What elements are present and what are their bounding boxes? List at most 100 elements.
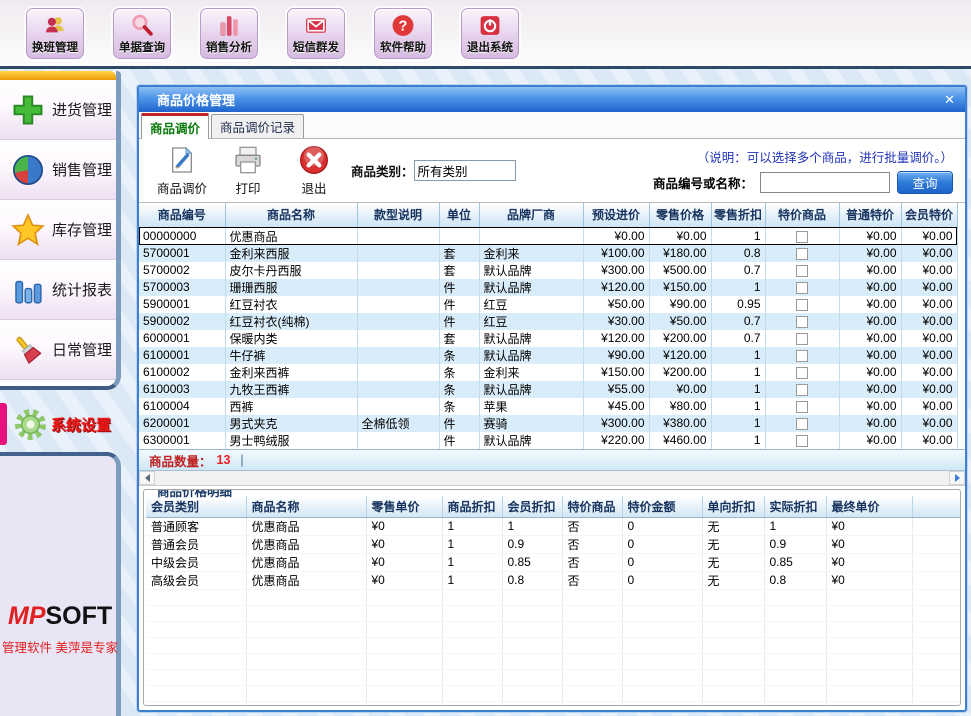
sidebar-top-accent	[0, 71, 116, 80]
table-row[interactable]	[146, 637, 961, 653]
special-price-checkbox[interactable]	[796, 435, 808, 447]
special-price-checkbox[interactable]	[796, 248, 808, 260]
print-button[interactable]: 打印	[215, 144, 281, 197]
sidebar-bottom-panel: MPSOFT 管理软件 美萍是专家	[0, 452, 121, 716]
button-label: 退出	[301, 178, 326, 197]
column-header[interactable]: 普通特价	[839, 203, 901, 227]
sidebar-item-sales[interactable]: 销售管理	[0, 140, 116, 200]
table-row[interactable]: 00000000优惠商品 ¥0.00¥0.001¥0.00¥0.00	[139, 227, 957, 245]
close-icon[interactable]: ✕	[944, 93, 955, 106]
table-row[interactable]: 6100002金利来西裤 条金利来¥150.00¥200.001¥0.00¥0.…	[139, 364, 957, 381]
tab-price-adjust[interactable]: 商品调价	[141, 113, 209, 139]
table-row[interactable]	[146, 701, 961, 706]
table-row[interactable]	[146, 589, 961, 605]
column-header[interactable]: 品牌厂商	[479, 203, 583, 227]
column-header[interactable]: 最终单价	[826, 496, 912, 517]
column-header[interactable]: 款型说明	[357, 203, 439, 227]
table-row[interactable]: 5700003珊珊西服 件默认品牌¥120.00¥150.001¥0.00¥0.…	[139, 279, 957, 296]
table-row[interactable]: 5700002皮尔卡丹西服 套默认品牌¥300.00¥500.000.7¥0.0…	[139, 262, 957, 279]
sidebar-item-label: 销售管理	[52, 159, 112, 180]
table-row[interactable]	[146, 685, 961, 701]
special-price-checkbox[interactable]	[796, 350, 808, 362]
button-label: 商品调价	[157, 178, 207, 197]
plus-icon	[11, 93, 45, 127]
printer-icon	[231, 144, 265, 176]
column-header[interactable]: 特价商品	[765, 203, 839, 227]
table-row[interactable]	[146, 669, 961, 685]
button-label: 短信群发	[293, 39, 339, 55]
exit-button[interactable]: 退出	[281, 144, 347, 197]
column-header[interactable]: 特价金额	[622, 496, 702, 517]
column-header[interactable]: 单向折扣	[702, 496, 764, 517]
special-price-checkbox[interactable]	[796, 384, 808, 396]
sidebar-item-purchase[interactable]: 进货管理	[0, 80, 116, 140]
help-icon: ?	[390, 13, 416, 38]
table-row[interactable]: 5900001红豆衬衣 件红豆¥50.00¥90.000.95¥0.00¥0.0…	[139, 296, 957, 313]
table-row[interactable]: 6100004西裤 条苹果¥45.00¥80.001¥0.00¥0.00	[139, 398, 957, 415]
column-header[interactable]: 商品折扣	[442, 496, 502, 517]
special-price-checkbox[interactable]	[796, 401, 808, 413]
column-header[interactable]: 会员折扣	[502, 496, 562, 517]
scroll-right-button[interactable]	[949, 471, 965, 485]
window-titlebar[interactable]: 商品价格管理 ✕	[139, 87, 965, 112]
sales-analysis-button[interactable]: 销售分析	[200, 8, 258, 59]
query-button[interactable]: 查询	[897, 171, 953, 194]
table-row[interactable]: 6200001男式夹克全棉低领件赛骑¥300.00¥380.001¥0.00¥0…	[139, 415, 957, 432]
column-header[interactable]: 单位	[439, 203, 479, 227]
sidebar-item-system-settings[interactable]: 系统设置	[0, 400, 131, 448]
column-header[interactable]: 商品名称	[225, 203, 357, 227]
sidebar-item-label: 系统设置	[51, 414, 111, 435]
sms-broadcast-button[interactable]: 短信群发	[287, 8, 345, 59]
column-header[interactable]: 商品名称	[246, 496, 366, 517]
table-row[interactable]: 5700001金利来西服 套金利来¥100.00¥180.000.8¥0.00¥…	[139, 245, 957, 262]
column-header[interactable]: 会员特价	[901, 203, 957, 227]
sidebar-item-inventory[interactable]: 库存管理	[0, 200, 116, 260]
search-label: 商品编号或名称：	[653, 173, 753, 192]
scroll-left-button[interactable]	[139, 471, 155, 485]
count-divider: |	[240, 453, 243, 467]
search-input[interactable]	[760, 172, 890, 193]
column-header[interactable]: 预设进价	[583, 203, 649, 227]
logo-tagline: 管理软件 美萍是专家	[2, 637, 118, 656]
pie-chart-icon	[11, 153, 45, 187]
horizontal-scrollbar[interactable]	[139, 471, 965, 486]
column-header[interactable]: 商品编号	[139, 203, 225, 227]
table-row[interactable]: 中级会员优惠商品¥010.85否0无0.85¥0	[146, 553, 961, 571]
category-select[interactable]	[414, 160, 516, 181]
table-row[interactable]: 普通顾客优惠商品¥011否0无1¥0	[146, 517, 961, 535]
document-query-button[interactable]: 单据查询	[113, 8, 171, 59]
special-price-checkbox[interactable]	[796, 333, 808, 345]
special-price-checkbox[interactable]	[796, 265, 808, 277]
column-header[interactable]: 零售价格	[649, 203, 711, 227]
special-price-checkbox[interactable]	[796, 418, 808, 430]
table-row[interactable]: 5900002红豆衬衣(纯棉) 件红豆¥30.00¥50.000.7¥0.00¥…	[139, 313, 957, 330]
table-row[interactable]: 普通会员优惠商品¥010.9否0无0.9¥0	[146, 535, 961, 553]
adjust-price-button[interactable]: 商品调价	[149, 144, 215, 197]
special-price-checkbox[interactable]	[796, 316, 808, 328]
column-header[interactable]	[912, 496, 961, 517]
table-row[interactable]: 6000001保暖内类 套默认品牌¥120.00¥200.000.7¥0.00¥…	[139, 330, 957, 347]
special-price-checkbox[interactable]	[796, 299, 808, 311]
table-row[interactable]	[146, 653, 961, 669]
column-header[interactable]: 实际折扣	[764, 496, 826, 517]
column-header[interactable]: 零售折扣	[711, 203, 765, 227]
document-pencil-icon	[165, 144, 199, 176]
special-price-checkbox[interactable]	[796, 231, 808, 243]
table-row[interactable]: 6100001牛仔裤 条默认品牌¥90.00¥120.001¥0.00¥0.00	[139, 347, 957, 364]
table-row[interactable]: 6300001男士鸭绒服 件默认品牌¥220.00¥460.001¥0.00¥0…	[139, 432, 957, 449]
software-help-button[interactable]: ? 软件帮助	[374, 8, 432, 59]
special-price-checkbox[interactable]	[796, 282, 808, 294]
table-row[interactable]	[146, 605, 961, 621]
table-row[interactable]: 高级会员优惠商品¥010.8否0无0.8¥0	[146, 571, 961, 589]
table-row[interactable]: 6100003九牧王西裤 条默认品牌¥55.00¥0.001¥0.00¥0.00	[139, 381, 957, 398]
column-header[interactable]: 特价商品	[562, 496, 622, 517]
table-row[interactable]	[146, 621, 961, 637]
sidebar-item-reports[interactable]: 统计报表	[0, 260, 116, 320]
sidebar-item-daily[interactable]: 日常管理	[0, 320, 116, 380]
column-header[interactable]: 零售单价	[366, 496, 442, 517]
special-price-checkbox[interactable]	[796, 367, 808, 379]
desktop-area: 进货管理 销售管理 库存管理 统计报表 日常管理 系统设置	[0, 69, 971, 716]
exit-system-button[interactable]: 退出系统	[461, 8, 519, 59]
shift-management-button[interactable]: 换班管理	[26, 8, 84, 59]
tab-price-adjust-history[interactable]: 商品调价记录	[211, 114, 304, 138]
